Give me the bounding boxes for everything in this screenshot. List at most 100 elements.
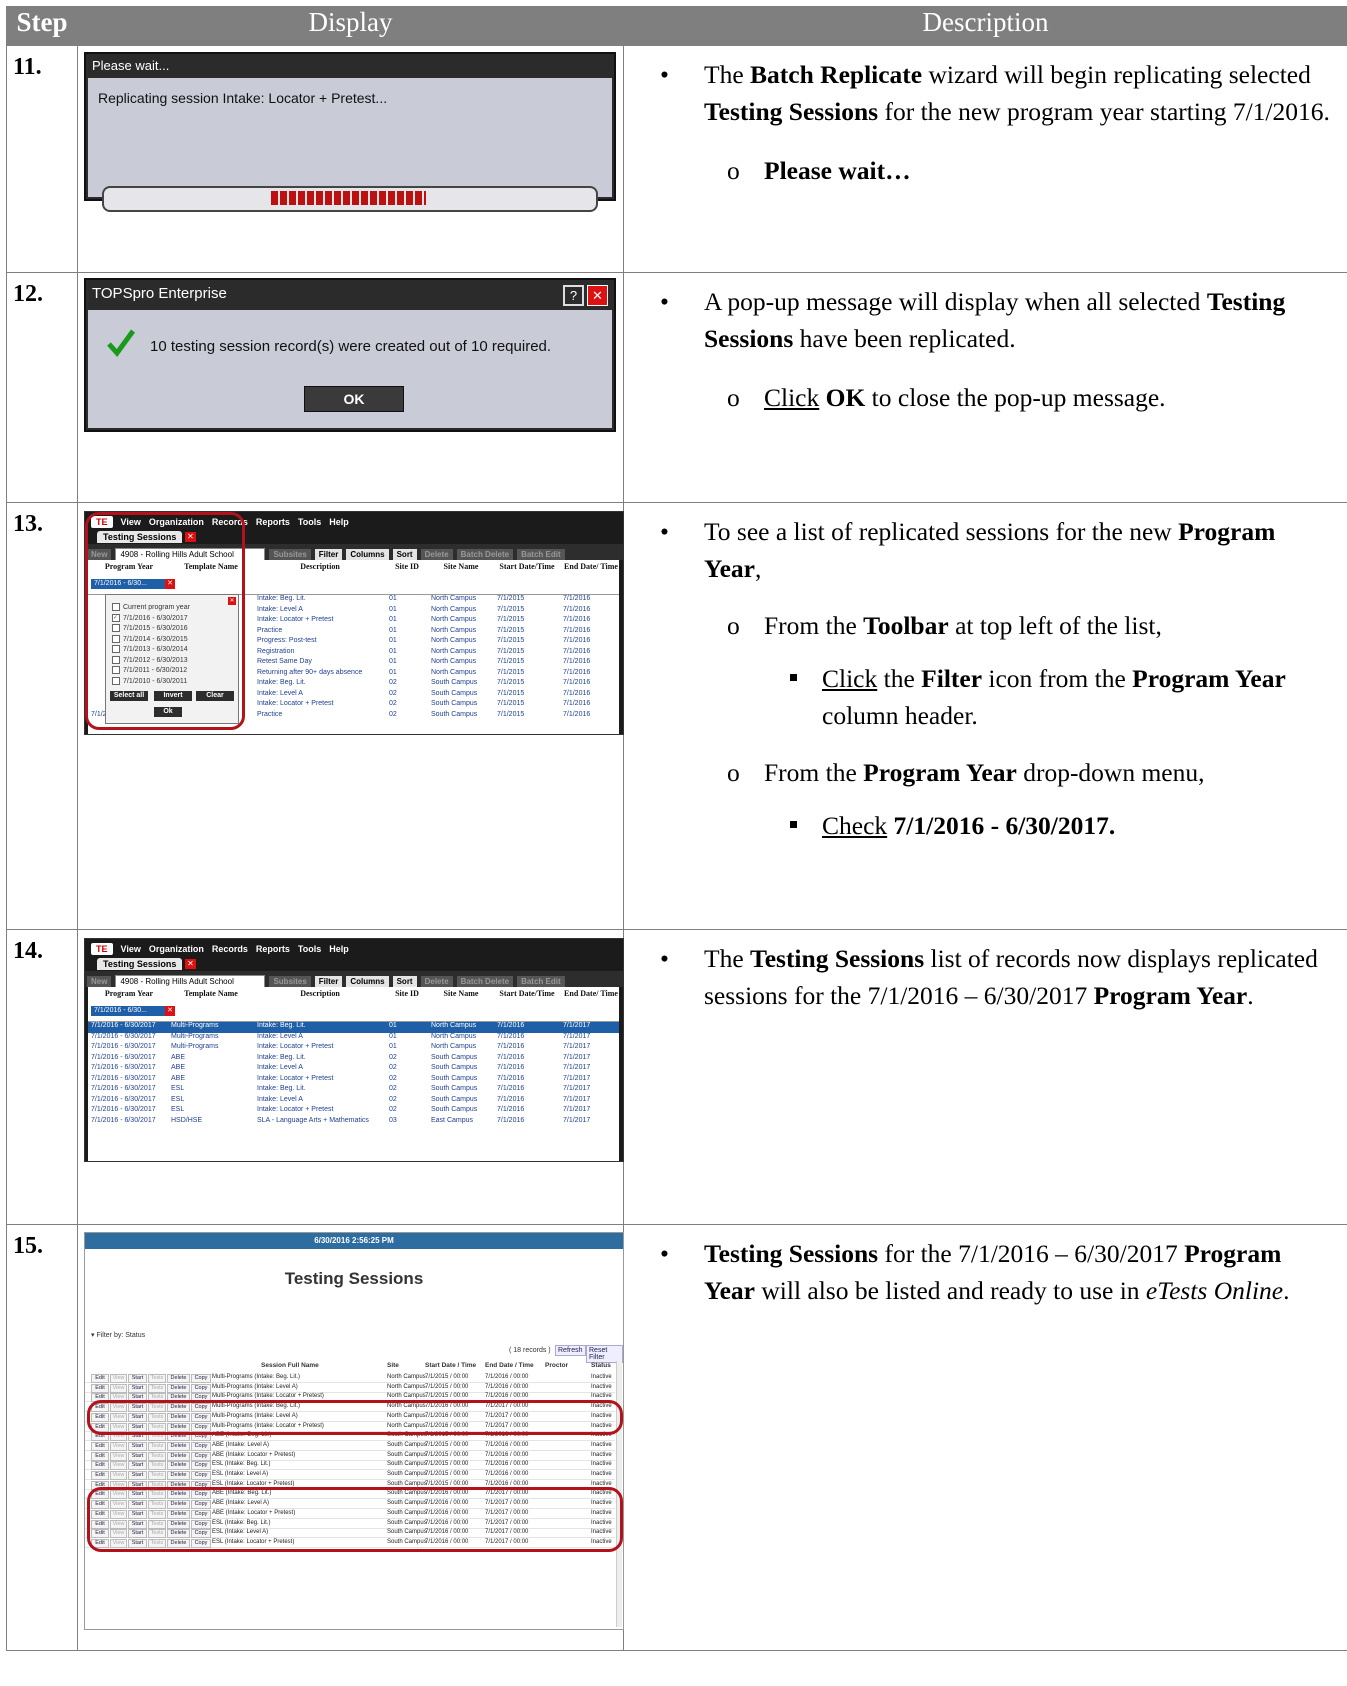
toolbar-batch-edit[interactable]: Batch Edit	[517, 549, 565, 560]
program-year-filter-value[interactable]: 7/1/2016 - 6/30...	[91, 1006, 170, 1016]
table-row[interactable]: Edit View Start Tests Delete Copy ESL (Intake:…	[85, 1470, 615, 1480]
column-header-cell[interactable]: Template Name	[169, 989, 253, 998]
column-header-cell[interactable]: Site	[387, 1362, 399, 1369]
table-row[interactable]: 7/1/2016 - 6/30/2017 ESL Intake: Level A 02…	[85, 1096, 623, 1107]
column-header-cell[interactable]: Session Full Name	[261, 1362, 319, 1369]
row-view-button[interactable]: View	[110, 1441, 127, 1451]
clear-filter-icon[interactable]: ✕	[165, 1006, 175, 1016]
scrollbar[interactable]	[619, 987, 623, 1161]
toolbar-batch-edit[interactable]: Batch Edit	[517, 976, 565, 987]
table-row[interactable]: 7/1/2016 - 6/30/2017 ABE Intake: Level A 02…	[85, 1064, 623, 1075]
row-delete-button[interactable]: Delete	[167, 1441, 190, 1451]
toolbar-columns[interactable]: Columns	[346, 976, 389, 987]
menu-item[interactable]: Help	[329, 944, 349, 954]
table-row[interactable]: 7/1/2016 - 6/30/2017 ABE Intake: Locator +…	[85, 1075, 623, 1086]
table-row[interactable]: Edit View Start Tests Delete Copy ESL (Intake:…	[85, 1460, 615, 1471]
menu-item[interactable]: Reports	[256, 944, 290, 954]
toolbar-subsites[interactable]: Subsites	[269, 549, 311, 560]
row-start-button[interactable]: Start	[128, 1471, 147, 1480]
row-edit-button[interactable]: Edit	[91, 1374, 109, 1383]
row-start-button[interactable]: Start	[128, 1451, 147, 1461]
column-header-cell[interactable]: End Date/ Time	[561, 989, 621, 998]
filter-by-status[interactable]: ▾ Filter by: Status	[91, 1331, 145, 1339]
toolbar-4908-rolling-hills-adult-school[interactable]: 4908 - Rolling Hills Adult School	[115, 975, 266, 987]
toolbar-delete[interactable]: Delete	[420, 976, 453, 987]
help-icon[interactable]: ?	[563, 285, 584, 306]
toolbar-sort[interactable]: Sort	[392, 549, 417, 560]
menu-item[interactable]: Records	[212, 944, 248, 954]
scrollbar[interactable]	[619, 560, 623, 734]
menu-item[interactable]: Help	[329, 517, 349, 527]
menu-item[interactable]: Organization	[149, 944, 204, 954]
row-start-button[interactable]: Start	[128, 1374, 147, 1383]
row-copy-button[interactable]: Copy	[191, 1374, 211, 1383]
row-edit-button[interactable]: Edit	[91, 1471, 109, 1480]
toolbar-new[interactable]: New	[87, 976, 112, 987]
row-edit-button[interactable]: Edit	[91, 1451, 109, 1461]
row-copy-button[interactable]: Copy	[191, 1383, 211, 1393]
row-view-button[interactable]: View	[110, 1451, 127, 1461]
column-header-cell[interactable]: Site Name	[429, 562, 493, 571]
row-tests-button[interactable]: Tests	[148, 1461, 166, 1471]
row-delete-button[interactable]: Delete	[167, 1451, 190, 1461]
refresh-button[interactable]: Refresh	[555, 1345, 586, 1356]
row-delete-button[interactable]: Delete	[167, 1383, 190, 1393]
row-edit-button[interactable]: Edit	[91, 1383, 109, 1393]
column-header-cell[interactable]: Start Date/Time	[495, 562, 559, 571]
row-copy-button[interactable]: Copy	[191, 1441, 211, 1451]
column-header-cell[interactable]: Site ID	[387, 989, 427, 998]
row-tests-button[interactable]: Tests	[148, 1374, 166, 1383]
table-row[interactable]: 7/1/2016 - 6/30/2017 ABE Intake: Beg. Lit.…	[85, 1054, 623, 1065]
table-row[interactable]: Edit View Start Tests Delete Copy Multi-Progra…	[85, 1373, 615, 1383]
table-row[interactable]: 7/1/2016 - 6/30/2017 Multi-Programs Intake…	[85, 1043, 623, 1054]
column-header-cell[interactable]: Program Year	[91, 989, 167, 998]
toolbar-filter[interactable]: Filter	[314, 549, 343, 560]
column-header-cell[interactable]: Description	[255, 989, 385, 998]
menu-item[interactable]: Tools	[298, 517, 321, 527]
row-start-button[interactable]: Start	[128, 1461, 147, 1471]
row-tests-button[interactable]: Tests	[148, 1383, 166, 1393]
row-delete-button[interactable]: Delete	[167, 1374, 190, 1383]
row-copy-button[interactable]: Copy	[191, 1471, 211, 1480]
menu-item[interactable]: View	[121, 944, 141, 954]
menu-item[interactable]: Tools	[298, 944, 321, 954]
table-row[interactable]: 7/1/2016 - 6/30/2017 ESL Intake: Beg. Lit.…	[85, 1085, 623, 1096]
column-header-cell[interactable]: Status	[591, 1362, 611, 1369]
row-view-button[interactable]: View	[110, 1471, 127, 1480]
table-row[interactable]: 7/1/2016 - 6/30/2017 Multi-Programs Intake…	[85, 1022, 623, 1033]
row-view-button[interactable]: View	[110, 1383, 127, 1393]
toolbar-subsites[interactable]: Subsites	[269, 976, 311, 987]
column-header-cell[interactable]: Start Date / Time	[425, 1362, 476, 1369]
table-row[interactable]: Edit View Start Tests Delete Copy ABE (Intake:…	[85, 1451, 615, 1461]
row-start-button[interactable]: Start	[128, 1441, 147, 1451]
row-copy-button[interactable]: Copy	[191, 1461, 211, 1471]
row-tests-button[interactable]: Tests	[148, 1471, 166, 1480]
column-header-cell[interactable]: Proctor	[545, 1362, 568, 1369]
row-tests-button[interactable]: Tests	[148, 1451, 166, 1461]
row-delete-button[interactable]: Delete	[167, 1471, 190, 1480]
toolbar-filter[interactable]: Filter	[314, 976, 343, 987]
close-icon[interactable]: ✕	[587, 285, 608, 306]
table-row[interactable]: 7/1/2016 - 6/30/2017 HSD/HSE SLA - Languag…	[85, 1117, 623, 1128]
row-view-button[interactable]: View	[110, 1461, 127, 1471]
tab-testing-sessions[interactable]: Testing Sessions	[97, 958, 183, 970]
toolbar-delete[interactable]: Delete	[420, 549, 453, 560]
menu-item[interactable]: Reports	[256, 517, 290, 527]
table-row[interactable]: 7/1/2016 - 6/30/2017 ESL Intake: Locator +…	[85, 1106, 623, 1117]
ok-button[interactable]: OK	[304, 386, 404, 412]
column-header-cell[interactable]: Description	[255, 562, 385, 571]
column-header-cell[interactable]: End Date/ Time	[561, 562, 621, 571]
table-row[interactable]: Edit View Start Tests Delete Copy Multi-Progra…	[85, 1383, 615, 1393]
row-edit-button[interactable]: Edit	[91, 1461, 109, 1471]
row-edit-button[interactable]: Edit	[91, 1441, 109, 1451]
te-logo[interactable]: TE	[91, 943, 113, 955]
row-start-button[interactable]: Start	[128, 1383, 147, 1393]
toolbar-columns[interactable]: Columns	[346, 549, 389, 560]
column-header-cell[interactable]: Start Date/Time	[495, 989, 559, 998]
column-header-cell[interactable]: Site Name	[429, 989, 493, 998]
toolbar-batch-delete[interactable]: Batch Delete	[456, 976, 514, 987]
table-row[interactable]: Edit View Start Tests Delete Copy ABE (Intake:…	[85, 1441, 615, 1451]
row-tests-button[interactable]: Tests	[148, 1441, 166, 1451]
row-copy-button[interactable]: Copy	[191, 1451, 211, 1461]
column-header-cell[interactable]: Site ID	[387, 562, 427, 571]
